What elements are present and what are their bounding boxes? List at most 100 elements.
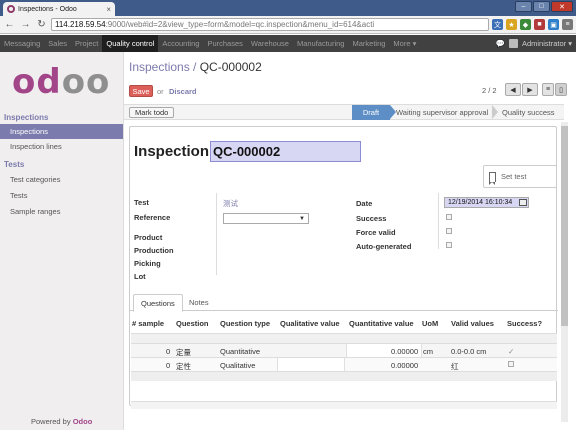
sidebar: odoo Inspections Inspections Inspection … <box>0 52 124 430</box>
extension-red-icon[interactable]: ■ <box>534 19 545 30</box>
save-button[interactable]: Save <box>129 85 153 97</box>
column-header-quantitative-value[interactable]: Quantitative value <box>349 319 414 328</box>
breadcrumb-current: QC-000002 <box>199 60 262 74</box>
column-header-success[interactable]: Success? <box>507 319 542 328</box>
close-tab-icon[interactable]: × <box>106 5 111 14</box>
table-bottom <box>131 401 557 409</box>
browser-toolbar: ← → ↻ 114.218.59.54:9000/web#id=2&view_t… <box>0 16 576 34</box>
extension-blue-icon[interactable]: ▣ <box>548 19 559 30</box>
chrome-menu-icon[interactable]: ≡ <box>562 19 573 30</box>
odoo-top-menu: Messaging Sales Project Quality control … <box>0 35 576 52</box>
menu-accounting[interactable]: Accounting <box>158 35 203 52</box>
stage-waiting-supervisor-approval[interactable]: Waiting supervisor approval <box>396 105 488 120</box>
extension-icon[interactable]: ◆ <box>520 19 531 30</box>
reload-icon[interactable]: ↻ <box>35 18 48 31</box>
column-header-qualitative-value[interactable]: Qualitative value <box>280 319 340 328</box>
test-value-link[interactable]: 测试 <box>223 198 238 209</box>
bookmark-star-icon[interactable]: ★ <box>506 19 517 30</box>
menu-project[interactable]: Project <box>71 35 102 52</box>
production-label: Production <box>134 246 174 255</box>
auto-generated-checkbox[interactable] <box>446 242 452 248</box>
or-label: or <box>157 87 164 96</box>
menu-warehouse[interactable]: Warehouse <box>247 35 293 52</box>
sidebar-item-inspections[interactable]: Inspections <box>0 124 123 139</box>
set-test-button[interactable]: Set test <box>483 165 557 188</box>
odoo-logo[interactable]: odoo <box>12 62 110 102</box>
column-header-valid-values[interactable]: Valid values <box>451 319 494 328</box>
lot-label: Lot <box>134 272 146 281</box>
breadcrumb-parent[interactable]: Inspections <box>129 60 190 74</box>
minimize-window-button[interactable]: – <box>515 1 532 12</box>
date-value: 12/19/2014 16:10:34 <box>448 199 513 206</box>
menu-manufacturing[interactable]: Manufacturing <box>293 35 349 52</box>
breadcrumb: Inspections / QC-000002 <box>129 60 262 74</box>
stage-quality-success[interactable]: Quality success <box>502 105 555 120</box>
column-header-uom[interactable]: UoM <box>422 319 438 328</box>
url-path: :9000/web#id=2&view_type=form&model=qc.i… <box>105 20 375 29</box>
menu-quality-control[interactable]: Quality control <box>102 35 159 52</box>
cell-valid-values: 0.0-0.0 cm <box>451 347 487 356</box>
success-checkbox <box>508 361 514 367</box>
flag-icon <box>489 171 496 185</box>
sidebar-section-tests: Tests <box>4 160 25 169</box>
date-label: Date <box>356 199 373 208</box>
maximize-window-button[interactable]: □ <box>533 1 550 12</box>
set-test-label: Set test <box>501 172 527 181</box>
sidebar-item-inspection-lines[interactable]: Inspection lines <box>0 139 123 154</box>
scrollbar-thumb[interactable] <box>561 126 568 326</box>
chat-icon[interactable]: 💬 <box>496 39 505 48</box>
column-header-question-type[interactable]: Question type <box>220 319 270 328</box>
close-window-button[interactable]: ✕ <box>551 1 573 12</box>
table-row[interactable]: 0 定量 Quantitative 0.00000 cm 0.0-0.0 cm … <box>131 343 557 357</box>
column-header-sample[interactable]: # sample <box>132 319 164 328</box>
pager-value: 2 / 2 <box>482 86 497 95</box>
form-sheet: Inspection QC-000002 Set test Test 测试 Re… <box>129 126 558 409</box>
table-row[interactable]: 0 定性 Qualitative 0.00000 红 <box>131 357 557 371</box>
back-arrow-icon[interactable]: ← <box>3 18 16 31</box>
powered-by-brand[interactable]: Odoo <box>73 417 93 426</box>
test-label: Test <box>134 198 149 207</box>
column-header-question[interactable]: Question <box>176 319 209 328</box>
reference-label: Reference <box>134 213 171 222</box>
stage-draft[interactable]: Draft <box>352 105 390 120</box>
auto-generated-label: Auto-generated <box>356 242 412 251</box>
inspection-name-input[interactable]: QC-000002 <box>210 141 361 162</box>
product-label: Product <box>134 233 163 242</box>
cell-quantitative[interactable]: 0.00000 <box>391 347 418 356</box>
tab-questions[interactable]: Questions <box>133 294 183 312</box>
menu-purchases[interactable]: Purchases <box>203 35 246 52</box>
next-record-button[interactable]: ▶ <box>522 83 538 96</box>
cell-question-type: Quantitative <box>220 347 261 356</box>
form-title-label: Inspection <box>134 143 210 160</box>
discard-link[interactable]: Discard <box>169 87 197 96</box>
previous-record-button[interactable]: ◀ <box>505 83 521 96</box>
mark-todo-button[interactable]: Mark todo <box>129 107 175 118</box>
divider <box>216 193 217 275</box>
menu-more[interactable]: More ▾ <box>389 35 420 52</box>
sidebar-section-inspections: Inspections <box>4 113 49 122</box>
success-label: Success <box>356 214 387 223</box>
divider <box>438 193 439 249</box>
qualitative-input-box[interactable] <box>277 358 345 371</box>
sidebar-item-sample-ranges[interactable]: Sample ranges <box>0 204 123 219</box>
reference-select[interactable]: ▼ <box>223 213 309 224</box>
browser-tab[interactable]: Inspections - Odoo × <box>3 2 115 16</box>
translate-icon[interactable]: 文 <box>492 19 503 30</box>
sidebar-item-test-categories[interactable]: Test categories <box>0 172 123 187</box>
force-valid-checkbox[interactable] <box>446 228 452 234</box>
calendar-icon[interactable] <box>519 199 527 206</box>
list-view-icon[interactable]: ≡ <box>542 83 554 96</box>
menu-marketing[interactable]: Marketing <box>348 35 389 52</box>
tab-notes[interactable]: Notes <box>182 294 216 311</box>
form-view-icon[interactable]: ▯ <box>555 83 567 96</box>
forward-arrow-icon[interactable]: → <box>19 18 32 31</box>
date-field[interactable]: 12/19/2014 16:10:34 <box>444 197 529 208</box>
menu-messaging[interactable]: Messaging <box>0 35 44 52</box>
menu-sales[interactable]: Sales <box>44 35 71 52</box>
avatar[interactable] <box>508 39 518 48</box>
user-menu[interactable]: Administrator ▾ <box>522 39 572 48</box>
success-checkbox[interactable] <box>446 214 452 220</box>
browser-tab-title: Inspections - Odoo <box>18 5 77 13</box>
sidebar-item-tests[interactable]: Tests <box>0 188 123 203</box>
address-bar[interactable]: 114.218.59.54:9000/web#id=2&view_type=fo… <box>51 18 489 31</box>
